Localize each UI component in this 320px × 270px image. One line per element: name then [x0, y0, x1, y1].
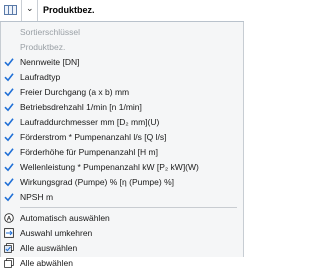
- checkmark-icon: [4, 103, 14, 112]
- select-all-icon: [4, 243, 14, 253]
- checkmark-icon: [4, 73, 14, 82]
- menu-action-automatisch-auswaehlen[interactable]: A Automatisch auswählen: [1, 211, 243, 225]
- checkmark-icon: [4, 148, 14, 157]
- menu-action-auswahl-umkehren[interactable]: Auswahl umkehren: [1, 226, 243, 240]
- checkmark-icon: [4, 118, 14, 127]
- menu-separator: [20, 207, 237, 208]
- checkmark-icon: [4, 193, 14, 202]
- checkmark-icon: [4, 178, 14, 187]
- menu-item-label: Förderstrom * Pumpenanzahl l/s [Q l/s]: [20, 132, 167, 142]
- menu-item-nennweite[interactable]: Nennweite [DN]: [1, 55, 243, 69]
- chevron-down-icon: ⌄: [26, 3, 34, 13]
- deselect-all-icon: [4, 258, 14, 268]
- column-header-row: ⌄ Produktbez.: [0, 0, 244, 22]
- menu-item-betriebsdrehzahl[interactable]: Betriebsdrehzahl 1/min [n 1/min]: [1, 100, 243, 114]
- menu-item-label: Laufradtyp: [20, 72, 61, 82]
- svg-text:A: A: [7, 215, 12, 222]
- menu-item-label: Alle abwählen: [20, 258, 73, 268]
- menu-item-label: Produktbez.: [20, 42, 66, 52]
- menu-item-label: Alle auswählen: [20, 243, 78, 253]
- column-chooser-menu: Sortierschlüssel Produktbez. Nennweite […: [0, 22, 244, 268]
- menu-item-label: Nennweite [DN]: [20, 57, 80, 67]
- menu-item-label: Freier Durchgang (a x b) mm: [20, 87, 130, 97]
- menu-item-laufraddurchmesser[interactable]: Laufraddurchmesser mm [D₂ mm](U): [1, 115, 243, 129]
- menu-item-label: Laufraddurchmesser mm [D₂ mm](U): [20, 117, 160, 127]
- columns-icon: [4, 5, 17, 15]
- menu-item-laufradtyp[interactable]: Laufradtyp: [1, 70, 243, 84]
- menu-item-sortierschluessel: Sortierschlüssel: [1, 25, 243, 39]
- checkmark-icon: [4, 58, 14, 67]
- column-header-produktbez[interactable]: Produktbez.: [38, 0, 244, 21]
- checkmark-icon: [4, 133, 14, 142]
- menu-item-label: Betriebsdrehzahl 1/min [n 1/min]: [20, 102, 142, 112]
- menu-item-wellenleistung[interactable]: Wellenleistung * Pumpenanzahl kW [P₂ kW]…: [1, 160, 243, 174]
- column-menu-toggle[interactable]: ⌄: [22, 0, 38, 21]
- menu-item-foerderhoehe[interactable]: Förderhöhe für Pumpenanzahl [H m]: [1, 145, 243, 159]
- menu-item-label: NPSH m: [20, 192, 54, 202]
- menu-item-label: Wellenleistung * Pumpenanzahl kW [P₂ kW]…: [20, 162, 199, 172]
- auto-select-icon: A: [4, 213, 14, 223]
- menu-item-label: Sortierschlüssel: [20, 27, 80, 37]
- menu-item-label: Förderhöhe für Pumpenanzahl [H m]: [20, 147, 158, 157]
- menu-action-alle-auswaehlen[interactable]: Alle auswählen: [1, 241, 243, 255]
- menu-item-foerderstrom[interactable]: Förderstrom * Pumpenanzahl l/s [Q l/s]: [1, 130, 243, 144]
- menu-item-label: Auswahl umkehren: [20, 228, 93, 238]
- menu-item-wirkungsgrad[interactable]: Wirkungsgrad (Pumpe) % [η (Pumpe) %]: [1, 175, 243, 189]
- menu-action-alle-abwaehlen[interactable]: Alle abwählen: [1, 256, 243, 270]
- menu-item-label: Automatisch auswählen: [20, 213, 110, 223]
- checkmark-icon: [4, 88, 14, 97]
- invert-selection-icon: [4, 228, 14, 238]
- menu-item-npsh[interactable]: NPSH m: [1, 190, 243, 204]
- menu-item-freier-durchgang[interactable]: Freier Durchgang (a x b) mm: [1, 85, 243, 99]
- checkmark-icon: [4, 163, 14, 172]
- menu-item-label: Wirkungsgrad (Pumpe) % [η (Pumpe) %]: [20, 177, 174, 187]
- menu-item-produktbez: Produktbez.: [1, 40, 243, 54]
- column-chooser-button[interactable]: [0, 0, 22, 21]
